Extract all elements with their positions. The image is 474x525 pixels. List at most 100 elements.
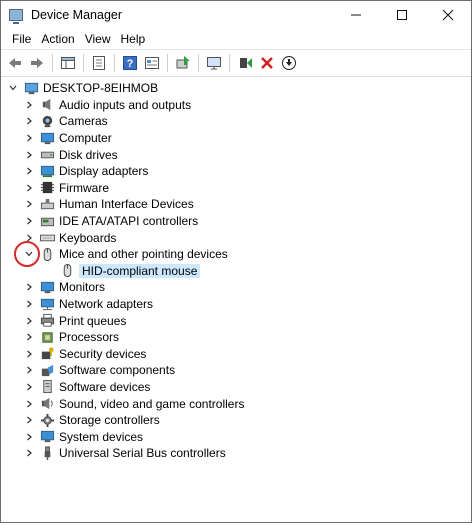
chevron-right-icon[interactable]: [23, 115, 35, 127]
chevron-right-icon[interactable]: [23, 381, 35, 393]
menu-file[interactable]: File: [7, 32, 36, 46]
properties-button[interactable]: [89, 53, 109, 73]
back-button[interactable]: [5, 53, 25, 73]
chevron-right-icon[interactable]: [23, 398, 35, 410]
monitor-icon: [39, 279, 55, 295]
menu-action[interactable]: Action: [36, 32, 79, 46]
chevron-right-icon[interactable]: [23, 315, 35, 327]
tree-item-display-adapters[interactable]: Display adapters: [1, 163, 471, 180]
tree-item-label: Print queues: [59, 313, 127, 328]
tree-item-label: Firmware: [59, 180, 109, 195]
chevron-right-icon[interactable]: [23, 447, 35, 459]
tree-item-label: Storage controllers: [59, 413, 160, 428]
menu-view[interactable]: View: [80, 32, 116, 46]
properties-pane-button[interactable]: [58, 53, 78, 73]
chevron-right-icon[interactable]: [23, 348, 35, 360]
tree-item-software-devices[interactable]: Software devices: [1, 379, 471, 396]
close-button[interactable]: [425, 1, 471, 29]
title-bar: Device Manager: [1, 1, 471, 29]
tree-item-ide-ata-atapi-controllers[interactable]: IDE ATA/ATAPI controllers: [1, 213, 471, 230]
minimize-icon: [351, 14, 361, 16]
menu-help[interactable]: Help: [116, 32, 151, 46]
tree-item-label: Cameras: [59, 114, 108, 129]
firmware-icon: [39, 180, 55, 196]
sound-icon: [39, 396, 55, 412]
chevron-right-icon[interactable]: [23, 215, 35, 227]
tree-item-mice-and-other-pointing-devices[interactable]: Mice and other pointing devices: [1, 240, 471, 267]
tree-item-disk-drives[interactable]: Disk drives: [1, 146, 471, 163]
chevron-right-icon[interactable]: [23, 165, 35, 177]
tree-item-label: Computer: [59, 131, 112, 146]
forward-button[interactable]: [27, 53, 47, 73]
toolbar-separator: [198, 54, 199, 72]
maximize-button[interactable]: [379, 1, 425, 29]
chevron-right-icon[interactable]: [23, 99, 35, 111]
chevron-down-icon[interactable]: [7, 82, 19, 94]
minimize-button[interactable]: [333, 1, 379, 29]
chevron-right-icon[interactable]: [23, 198, 35, 210]
tree-item-software-components[interactable]: Software components: [1, 362, 471, 379]
update-driver-button[interactable]: [173, 53, 193, 73]
tree-item-system-devices[interactable]: System devices: [1, 428, 471, 445]
usb-icon: [39, 445, 55, 461]
tree-item-label: HID-compliant mouse: [79, 263, 201, 278]
download-button[interactable]: [279, 53, 299, 73]
keyboard-icon: [39, 230, 55, 246]
tree-item-hid-compliant-mouse[interactable]: HID-compliant mouse: [1, 263, 471, 280]
scan-hardware-icon: [207, 57, 221, 70]
tree-item-print-queues[interactable]: Print queues: [1, 312, 471, 329]
tree-item-firmware[interactable]: Firmware: [1, 180, 471, 197]
chevron-right-icon[interactable]: [23, 132, 35, 144]
camera-icon: [39, 113, 55, 129]
tree-item-storage-controllers[interactable]: Storage controllers: [1, 412, 471, 429]
chevron-right-icon[interactable]: [23, 182, 35, 194]
tree-item-label: Disk drives: [59, 147, 118, 162]
properties-icon: [93, 56, 105, 70]
close-icon: [442, 9, 454, 21]
tree-item-computer[interactable]: Computer: [1, 130, 471, 147]
enable-device-button[interactable]: [235, 53, 255, 73]
tree-item-label: IDE ATA/ATAPI controllers: [59, 214, 199, 229]
tree-item-label: Sound, video and game controllers: [59, 396, 245, 411]
tree-item-universal-serial-bus-controllers[interactable]: Universal Serial Bus controllers: [1, 445, 471, 462]
tree-item-security-devices[interactable]: Security devices: [1, 346, 471, 363]
tree-item-audio-inputs-and-outputs[interactable]: Audio inputs and outputs: [1, 97, 471, 114]
chevron-right-icon[interactable]: [23, 414, 35, 426]
tree-root[interactable]: DESKTOP-8EIHMOB: [1, 80, 471, 97]
properties-pane-icon: [61, 57, 75, 69]
update-driver-icon: [176, 56, 190, 69]
menu-bar: File Action View Help: [1, 29, 471, 49]
details-button[interactable]: [142, 53, 162, 73]
tree-item-label: Human Interface Devices: [59, 197, 194, 212]
uninstall-button[interactable]: [257, 53, 277, 73]
tree-item-label: Monitors: [59, 280, 106, 295]
device-manager-icon: [9, 9, 23, 24]
chevron-right-icon[interactable]: [23, 431, 35, 443]
help-icon: ?: [123, 56, 137, 70]
tree-item-cameras[interactable]: Cameras: [1, 113, 471, 130]
tree-item-sound-video-and-game-controllers[interactable]: Sound, video and game controllers: [1, 395, 471, 412]
scan-hardware-button[interactable]: [204, 53, 224, 73]
toolbar-separator: [83, 54, 84, 72]
software-device-icon: [39, 379, 55, 395]
tree-item-network-adapters[interactable]: Network adapters: [1, 296, 471, 313]
chevron-right-icon[interactable]: [23, 149, 35, 161]
tree-item-monitors[interactable]: Monitors: [1, 279, 471, 296]
tree-item-keyboards[interactable]: Keyboards: [1, 229, 471, 246]
mouse-icon: [59, 263, 75, 279]
chevron-right-icon[interactable]: [23, 331, 35, 343]
chevron-right-icon[interactable]: [23, 281, 35, 293]
ide-controller-icon: [39, 213, 55, 229]
details-icon: [145, 57, 159, 69]
tree-item-label: Processors: [59, 330, 120, 345]
help-button[interactable]: ?: [120, 53, 140, 73]
display-adapter-icon: [39, 163, 55, 179]
tree-item-label: Software devices: [59, 379, 151, 394]
chevron-right-icon[interactable]: [23, 298, 35, 310]
tree-item-label: Keyboards: [59, 230, 117, 245]
tree-item-processors[interactable]: Processors: [1, 329, 471, 346]
window-controls: [333, 1, 471, 29]
chevron-right-icon[interactable]: [23, 364, 35, 376]
hid-icon: [39, 196, 55, 212]
tree-item-human-interface-devices[interactable]: Human Interface Devices: [1, 196, 471, 213]
